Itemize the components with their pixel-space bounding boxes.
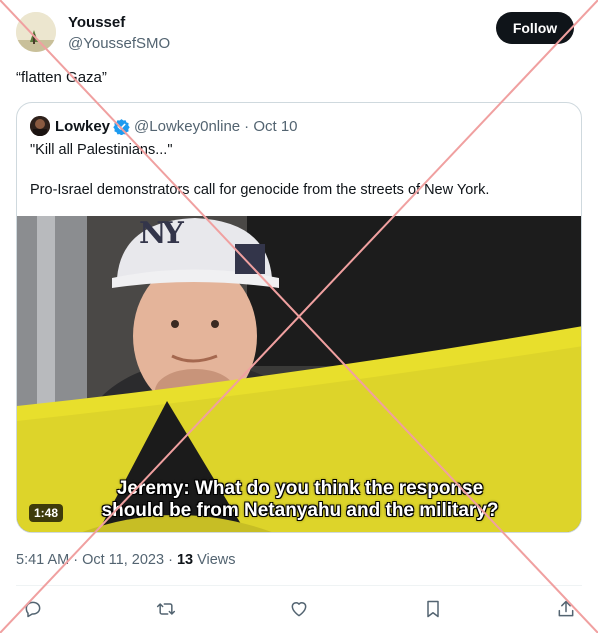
divider	[16, 585, 582, 586]
follow-button[interactable]: Follow	[496, 12, 574, 44]
quoted-text-line2: Pro-Israel demonstrators call for genoci…	[30, 182, 490, 198]
like-icon[interactable]	[286, 596, 312, 622]
video-player[interactable]: NY Jeremy: What do you think the respons…	[17, 216, 581, 532]
quoted-tweet-header: Lowkey @Lowkey0nline · Oct 10	[30, 116, 298, 136]
timestamp-text[interactable]: 5:41 AM · Oct 11, 2023 ·	[16, 552, 177, 568]
views-label: Views	[193, 552, 236, 568]
share-icon[interactable]	[553, 596, 579, 622]
video-subtitle-line2: should be from Netanyahu and the militar…	[101, 500, 499, 521]
cap-logo: NY	[139, 216, 184, 251]
video-subtitle-line1: Jeremy: What do you think the response	[116, 478, 484, 499]
quoted-author-name[interactable]: Lowkey	[55, 118, 110, 135]
verified-badge-icon	[113, 118, 130, 135]
author-avatar[interactable]	[16, 12, 56, 52]
views-count: 13	[176, 552, 194, 568]
quoted-author-avatar[interactable]	[30, 116, 50, 136]
tweet-timestamp[interactable]: 5:41 AM · Oct 11, 2023 · 13 Views	[16, 552, 236, 568]
retweet-icon[interactable]	[153, 596, 179, 622]
quoted-date[interactable]: · Oct 10	[244, 118, 297, 135]
author-handle[interactable]: @YoussefSMO	[68, 35, 170, 52]
quoted-text-line1: "Kill all Palestinians..."	[30, 142, 173, 158]
tweet-header: Youssef @YoussefSMO Follow	[16, 12, 574, 52]
tweet-text: “flatten Gaza”	[16, 69, 107, 86]
quoted-author-handle[interactable]: @Lowkey0nline	[134, 118, 240, 135]
quoted-tweet[interactable]: Lowkey @Lowkey0nline · Oct 10 "Kill all …	[16, 102, 582, 533]
video-duration: 1:48	[29, 504, 64, 522]
bookmark-icon[interactable]	[420, 596, 446, 622]
author-name[interactable]: Youssef	[68, 14, 125, 31]
reply-icon[interactable]	[20, 596, 46, 622]
action-bar	[0, 596, 598, 622]
